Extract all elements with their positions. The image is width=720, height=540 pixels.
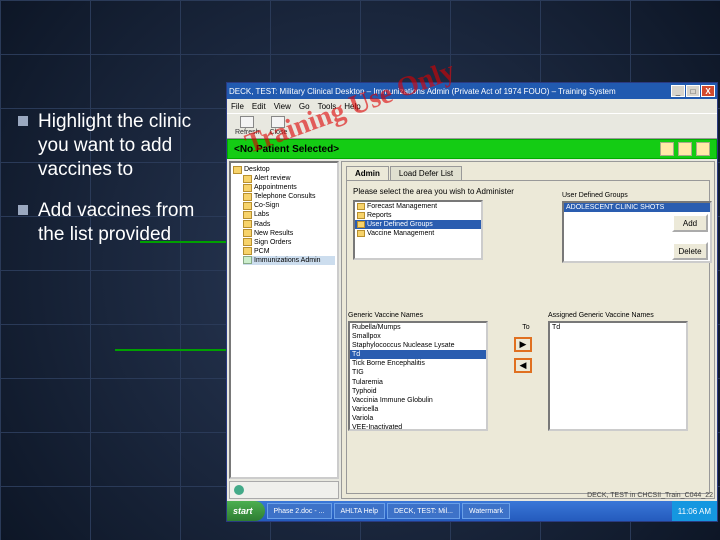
clock: 11:06 AM: [678, 507, 711, 516]
tree-item[interactable]: Rads: [243, 220, 335, 229]
menu-view[interactable]: View: [274, 102, 291, 111]
menu-go[interactable]: Go: [299, 102, 310, 111]
system-tray[interactable]: 11:06 AM: [672, 501, 717, 521]
lock-icon[interactable]: [678, 142, 692, 156]
tree-item[interactable]: Telephone Consults: [243, 192, 335, 201]
udg-selected[interactable]: ADOLESCENT CLINIC SHOTS: [564, 203, 710, 212]
menu-edit[interactable]: Edit: [252, 102, 266, 111]
taskbar-button[interactable]: DECK, TEST: Mil...: [387, 503, 460, 519]
taskbar-button[interactable]: Watermark: [462, 503, 510, 519]
status-dot-icon: [234, 485, 244, 495]
taskbar-button[interactable]: Phase 2.doc - ...: [267, 503, 332, 519]
close-button[interactable]: X: [701, 85, 715, 97]
tree-footer: [229, 481, 339, 499]
tabstrip: Admin Load Defer List: [346, 166, 710, 180]
group-buttons: Add Delete: [672, 214, 708, 260]
main-panel: Admin Load Defer List Please select the …: [341, 161, 715, 499]
menu-help[interactable]: Help: [344, 102, 360, 111]
folder-icon: [357, 221, 365, 228]
tab-load-defer[interactable]: Load Defer List: [390, 166, 462, 180]
taskbar-button[interactable]: AHLTA Help: [334, 503, 385, 519]
area-listbox[interactable]: Forecast Management Reports User Defined…: [353, 200, 483, 260]
list-item[interactable]: Vaccinia Immune Globulin: [350, 396, 486, 405]
toolbar: Refresh Close: [227, 113, 717, 139]
tree-item[interactable]: Alert review: [243, 174, 335, 183]
move-left-button[interactable]: ◀: [514, 358, 532, 373]
udg-label: User Defined Groups: [562, 192, 712, 199]
bullet-icon: [18, 116, 28, 126]
tree-root[interactable]: Desktop: [233, 165, 335, 174]
list-item[interactable]: Smallpox: [350, 332, 486, 341]
tree-item[interactable]: Labs: [243, 210, 335, 219]
list-item[interactable]: Vaccine Management: [355, 229, 481, 238]
folder-icon: [243, 220, 252, 228]
menu-tools[interactable]: Tools: [318, 102, 337, 111]
alert-icon[interactable]: [660, 142, 674, 156]
menubar: File Edit View Go Tools Help: [227, 99, 717, 113]
list-item-selected[interactable]: User Defined Groups: [355, 220, 481, 229]
list-item[interactable]: Td: [550, 323, 686, 332]
list-item[interactable]: Typhoid: [350, 387, 486, 396]
window-title: DECK, TEST: Military Clinical Desktop – …: [229, 87, 616, 96]
tree-item[interactable]: PCM: [243, 247, 335, 256]
patient-banner: <No Patient Selected>: [227, 139, 717, 159]
tree-item[interactable]: Sign Orders: [243, 238, 335, 247]
list-item[interactable]: VEE-Inactivated: [350, 423, 486, 431]
folder-icon: [243, 193, 252, 201]
folder-icon: [243, 184, 252, 192]
assigned-vaccines-label: Assigned Generic Vaccine Names: [548, 312, 688, 319]
generic-vaccines-listbox[interactable]: Rubella/Mumps Smallpox Staphylococcus Nu…: [348, 321, 488, 431]
menu-file[interactable]: File: [231, 102, 244, 111]
list-item[interactable]: Forecast Management: [355, 202, 481, 211]
folder-icon: [243, 211, 252, 219]
tree-item-selected[interactable]: Immunizations Admin: [243, 256, 335, 265]
tree-item[interactable]: Co-Sign: [243, 201, 335, 210]
move-right-button[interactable]: ▶: [514, 337, 532, 352]
titlebar[interactable]: DECK, TEST: Military Clinical Desktop – …: [227, 83, 717, 99]
instruction-text: Highlight the clinic you want to add vac…: [38, 110, 218, 181]
refresh-button[interactable]: Refresh: [235, 116, 260, 136]
list-item[interactable]: Reports: [355, 211, 481, 220]
assigned-vaccines-listbox[interactable]: Td: [548, 321, 688, 431]
banner-text: <No Patient Selected>: [234, 144, 339, 155]
tree-item[interactable]: New Results: [243, 229, 335, 238]
instruction-item: Highlight the clinic you want to add vac…: [18, 110, 218, 181]
list-item-selected[interactable]: Td: [350, 350, 486, 359]
folder-tree[interactable]: Desktop Alert review Appointments Teleph…: [229, 161, 339, 479]
folder-icon: [243, 238, 252, 246]
folder-icon: [243, 202, 252, 210]
list-item[interactable]: Varicella: [350, 405, 486, 414]
list-item[interactable]: Variola: [350, 414, 486, 423]
tree-item[interactable]: Appointments: [243, 183, 335, 192]
close-tool-button[interactable]: Close: [270, 116, 288, 136]
module-icon: [243, 256, 252, 264]
delete-button[interactable]: Delete: [672, 242, 708, 260]
add-button[interactable]: Add: [672, 214, 708, 232]
bullet-icon: [18, 205, 28, 215]
list-item[interactable]: Rubella/Mumps: [350, 323, 486, 332]
folder-icon: [233, 166, 242, 174]
application-window: DECK, TEST: Military Clinical Desktop – …: [226, 82, 718, 522]
tab-admin[interactable]: Admin: [346, 166, 389, 180]
refresh-icon: [240, 116, 254, 128]
folder-icon: [357, 203, 365, 210]
folder-icon: [243, 229, 252, 237]
close-icon: [271, 116, 285, 128]
tab-pane-admin: Please select the area you wish to Admin…: [346, 180, 710, 494]
taskbar: start Phase 2.doc - ... AHLTA Help DECK,…: [227, 501, 717, 521]
maximize-button[interactable]: □: [686, 85, 700, 97]
flag-icon[interactable]: [696, 142, 710, 156]
list-item[interactable]: TIG: [350, 368, 486, 377]
list-item[interactable]: Tick Borne Encephalitis: [350, 359, 486, 368]
list-item[interactable]: Tularemia: [350, 378, 486, 387]
list-item[interactable]: Staphylococcus Nuclease Lysate: [350, 341, 486, 350]
minimize-button[interactable]: _: [671, 85, 685, 97]
folder-icon: [243, 247, 252, 255]
folder-icon: [243, 175, 252, 183]
folder-icon: [357, 230, 365, 237]
folder-icon: [357, 212, 365, 219]
to-label: To: [514, 324, 538, 331]
start-button[interactable]: start: [227, 501, 265, 521]
identity-text: DECK, TEST in CHCSII_Train_C044_22: [587, 492, 713, 499]
